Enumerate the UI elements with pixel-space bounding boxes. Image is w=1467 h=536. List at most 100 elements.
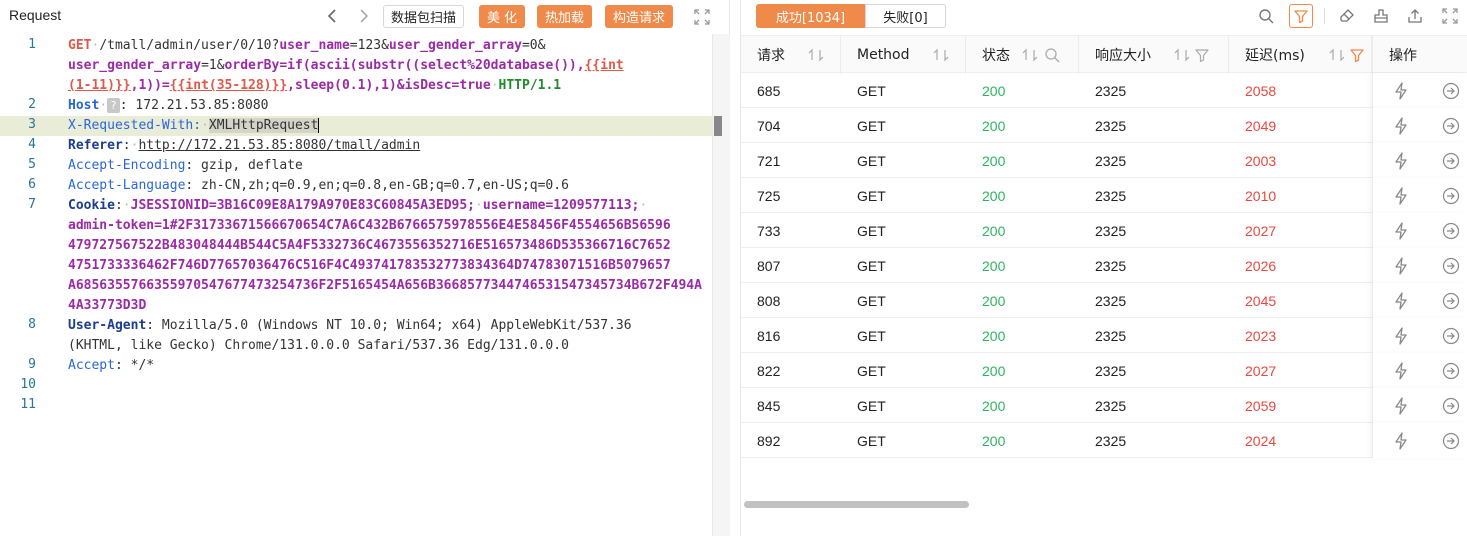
- code-line-request: GET·/tmall/admin/user/0/10?user_name=123…: [68, 38, 546, 53]
- cell-request-id: 733: [757, 222, 781, 239]
- chevron-right-icon[interactable]: [354, 6, 372, 26]
- panel-title: Request: [9, 7, 62, 23]
- lightning-icon[interactable]: [1392, 82, 1410, 100]
- column-header-method[interactable]: Method: [841, 36, 966, 74]
- arrow-right-circle-icon[interactable]: [1442, 327, 1460, 345]
- sort-icon[interactable]: [1174, 48, 1190, 62]
- cell-method: GET: [857, 257, 886, 274]
- lightning-icon[interactable]: [1392, 292, 1410, 310]
- scan-button[interactable]: 数据包扫描: [383, 5, 465, 28]
- code-line-cookie-wrap: A6856355766355970547677473254736F2F51654…: [68, 278, 702, 293]
- table-row[interactable]: 704 GET 200 2325 2049: [741, 108, 1467, 143]
- filter-icon[interactable]: [1194, 47, 1210, 63]
- column-header-delay[interactable]: 延迟(ms): [1229, 36, 1372, 74]
- cookie-value: =3B16C09E8A179A970E83C60845A3ED95;: [208, 198, 476, 213]
- arrow-right-circle-icon[interactable]: [1442, 117, 1460, 135]
- lightning-icon[interactable]: [1392, 222, 1410, 240]
- sort-icon[interactable]: [808, 48, 824, 62]
- search-icon[interactable]: [1044, 47, 1060, 63]
- filter-icon-active[interactable]: [1349, 47, 1365, 63]
- arrow-right-circle-icon[interactable]: [1442, 152, 1460, 170]
- http-method: GET: [68, 38, 92, 53]
- cell-delay: 2027: [1245, 222, 1277, 239]
- table-row[interactable]: 845 GET 200 2325 2059: [741, 388, 1467, 423]
- table-row[interactable]: 807 GET 200 2325 2026: [741, 248, 1467, 283]
- clean-icon[interactable]: [1369, 4, 1393, 28]
- editor-scrollbar[interactable]: [712, 34, 730, 536]
- cell-delay: 2058: [1245, 82, 1277, 99]
- export-icon[interactable]: [1403, 4, 1427, 28]
- arrow-right-circle-icon[interactable]: [1442, 187, 1460, 205]
- arrow-right-circle-icon[interactable]: [1442, 292, 1460, 310]
- code-line-request-wrap: user_gender_array=1&orderBy=if(ascii(sub…: [68, 56, 624, 76]
- clear-icon[interactable]: [1335, 4, 1359, 28]
- cookie-key: username: [482, 198, 546, 213]
- table-row[interactable]: 725 GET 200 2325 2010: [741, 178, 1467, 213]
- editor-scroll-thumb[interactable]: [714, 116, 722, 136]
- param-value: =123&: [349, 38, 389, 53]
- cell-actions: [1372, 213, 1467, 248]
- expand-icon[interactable]: [694, 9, 710, 25]
- arrow-right-circle-icon[interactable]: [1442, 362, 1460, 380]
- table-row[interactable]: 721 GET 200 2325 2003: [741, 143, 1467, 178]
- line-number: 7: [28, 197, 36, 212]
- lightning-icon[interactable]: [1392, 432, 1410, 450]
- arrow-right-circle-icon[interactable]: [1442, 397, 1460, 415]
- filter-icon[interactable]: [1289, 4, 1313, 28]
- table-horizontal-scrollbar[interactable]: [744, 501, 969, 508]
- lightning-icon[interactable]: [1392, 327, 1410, 345]
- hot-load-button[interactable]: 热加载: [537, 5, 593, 28]
- table-row[interactable]: 822 GET 200 2325 2027: [741, 353, 1467, 388]
- table-row[interactable]: 733 GET 200 2325 2027: [741, 213, 1467, 248]
- arrow-right-circle-icon[interactable]: [1442, 82, 1460, 100]
- cell-size: 2325: [1095, 432, 1127, 449]
- search-icon[interactable]: [1254, 4, 1278, 28]
- code-line-cookie-wrap: 4751733336462F746D77657036476C516F4C4937…: [68, 258, 671, 273]
- request-editor[interactable]: 1 2 3 4 5 6 7 8 9 10 11 GET·/tmall/admin…: [0, 34, 712, 536]
- lightning-icon[interactable]: [1392, 187, 1410, 205]
- header-value: : */*: [114, 358, 155, 373]
- cell-size: 2325: [1095, 327, 1127, 344]
- cell-size: 2325: [1095, 152, 1127, 169]
- cell-delay: 2059: [1245, 397, 1277, 414]
- header-key: Host: [68, 98, 100, 113]
- column-header-size[interactable]: 响应大小: [1079, 36, 1229, 74]
- column-header-request[interactable]: 请求: [741, 36, 841, 74]
- host-badge[interactable]: ?: [107, 98, 120, 113]
- arrow-right-circle-icon[interactable]: [1442, 222, 1460, 240]
- chevron-left-icon[interactable]: [324, 6, 342, 26]
- cell-actions: [1372, 73, 1467, 108]
- cell-actions: [1372, 178, 1467, 213]
- beautify-button[interactable]: 美 化: [479, 5, 526, 28]
- expand-icon[interactable]: [1438, 4, 1462, 28]
- sort-icon[interactable]: [1329, 48, 1345, 62]
- arrow-right-circle-icon[interactable]: [1442, 432, 1460, 450]
- http-protocol: HTTP/1.1: [498, 78, 562, 93]
- table-row[interactable]: 685 GET 200 2325 2058: [741, 73, 1467, 108]
- cell-size: 2325: [1095, 82, 1127, 99]
- lightning-icon[interactable]: [1392, 397, 1410, 415]
- lightning-icon[interactable]: [1392, 362, 1410, 380]
- arrow-right-circle-icon[interactable]: [1442, 257, 1460, 275]
- table-row[interactable]: 816 GET 200 2325 2023: [741, 318, 1467, 353]
- table-row[interactable]: 892 GET 200 2325 2024: [741, 423, 1467, 458]
- build-request-button[interactable]: 构造请求: [605, 5, 674, 28]
- lightning-icon[interactable]: [1392, 152, 1410, 170]
- sort-icon[interactable]: [933, 48, 949, 62]
- column-header-status[interactable]: 状态: [966, 36, 1079, 74]
- param-value: =if(ascii(substr((select%20database()),: [279, 58, 585, 73]
- request-panel: Request 数据包扫描 美 化 热加载 构造请求 1 2 3 4 5 6 7…: [0, 0, 730, 536]
- lightning-icon[interactable]: [1392, 117, 1410, 135]
- param-key: user_gender_array: [68, 58, 202, 73]
- param-key: isDesc: [404, 78, 452, 93]
- table-row[interactable]: 808 GET 200 2325 2045: [741, 283, 1467, 318]
- line-number: 2: [28, 97, 36, 112]
- cell-actions: [1372, 318, 1467, 353]
- sort-icon[interactable]: [1022, 48, 1038, 62]
- cell-actions: [1372, 423, 1467, 458]
- tab-fail[interactable]: 失败[0]: [865, 4, 946, 28]
- header-value-link[interactable]: http://172.21.53.85:8080/tmall/admin: [138, 138, 420, 153]
- param-value: ,1))=: [130, 78, 170, 93]
- tab-success[interactable]: 成功[1034]: [756, 4, 865, 28]
- lightning-icon[interactable]: [1392, 257, 1410, 275]
